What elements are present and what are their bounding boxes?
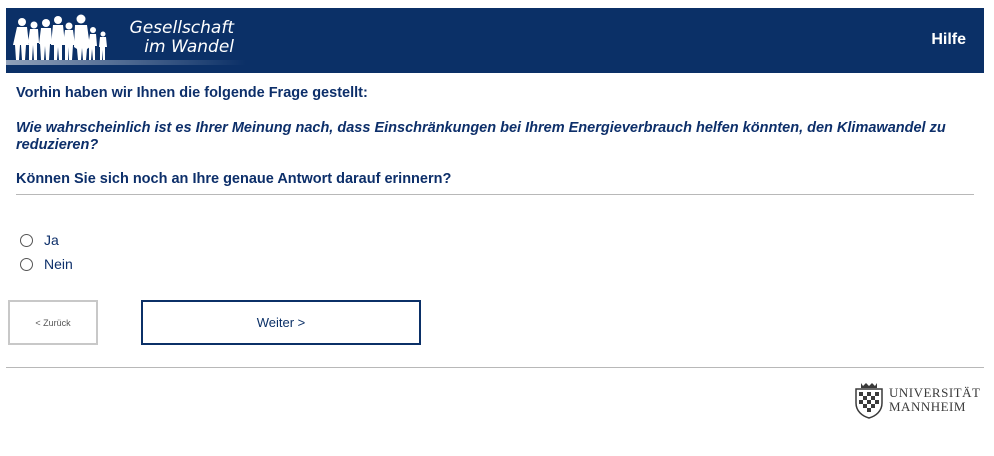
university-name-line2: MANNHEIM	[889, 399, 966, 414]
university-mannheim-logo: UNIVERSITÄT MANNHEIM	[852, 380, 986, 420]
logo-title: Gesellschaft im Wandel	[118, 19, 234, 57]
header-banner: Gesellschaft im Wandel Hilfe	[6, 8, 984, 73]
recall-question: Können Sie sich noch an Ihre genaue Antw…	[16, 170, 974, 195]
radio-nein[interactable]	[20, 257, 33, 271]
option-ja[interactable]: Ja	[20, 228, 73, 252]
university-name: UNIVERSITÄT MANNHEIM	[889, 386, 980, 414]
question-section: Vorhin haben wir Ihnen die folgende Frag…	[16, 84, 974, 195]
intro-text: Vorhin haben wir Ihnen die folgende Frag…	[16, 85, 368, 101]
radio-ja[interactable]	[20, 233, 33, 247]
option-nein-label[interactable]: Nein	[44, 256, 73, 272]
option-nein[interactable]: Nein	[20, 252, 73, 276]
help-link[interactable]: Hilfe	[931, 31, 966, 49]
logo-title-line2: im Wandel	[144, 37, 234, 57]
university-name-line1: UNIVERSITÄT	[889, 385, 981, 400]
option-ja-label[interactable]: Ja	[44, 232, 59, 248]
logo-title-line1: Gesellschaft	[129, 18, 234, 38]
next-button[interactable]: Weiter >	[141, 300, 421, 345]
footer-divider	[6, 367, 984, 368]
question-text: Wie wahrscheinlich ist es Ihrer Meinung …	[16, 120, 946, 153]
back-button[interactable]: < Zurück	[8, 300, 98, 345]
gesellschaft-im-wandel-logo: Gesellschaft im Wandel	[6, 8, 246, 73]
answer-options: Ja Nein	[20, 228, 73, 276]
university-seal-icon	[855, 383, 883, 419]
